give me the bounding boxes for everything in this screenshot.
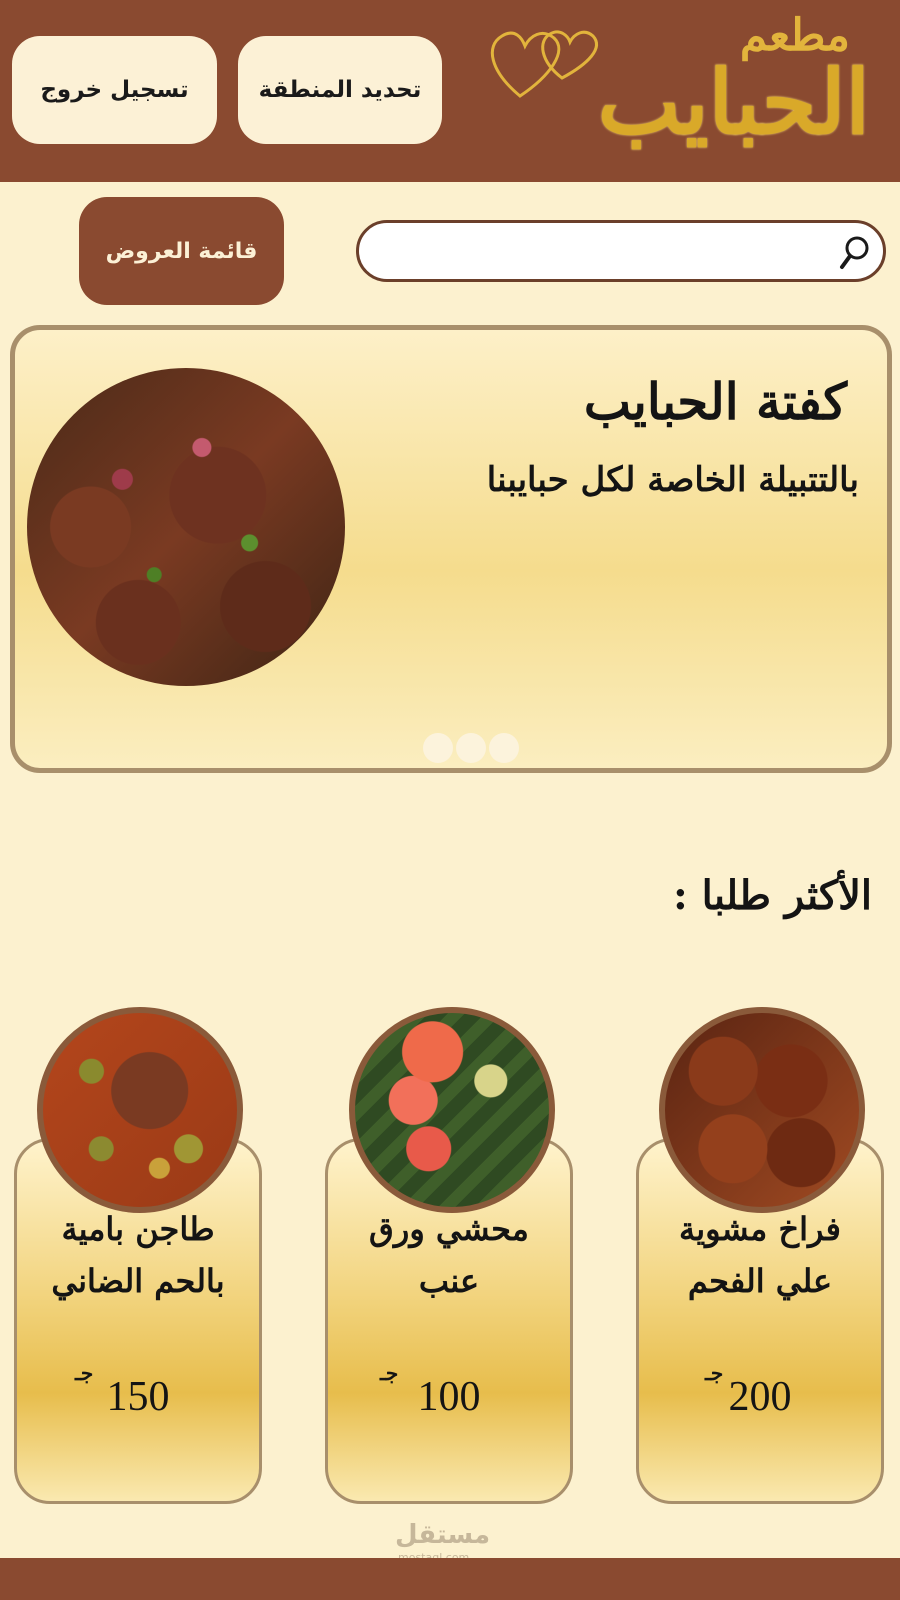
- logo-big-text: الحبايب: [597, 50, 870, 154]
- menu-item-card[interactable]: فراخ مشوية علي الفحم جـ 200: [636, 1007, 884, 1504]
- hearts-icon: [490, 30, 598, 98]
- carousel-dot[interactable]: [423, 733, 453, 763]
- carousel-dots: [423, 733, 519, 763]
- banner-title: كفتة الحبايب: [583, 372, 847, 431]
- app-footer: [0, 1558, 900, 1600]
- banner-subtitle: بالتتبيلة الخاصة لكل حبايبنا: [486, 460, 859, 500]
- menu-item-name: طاجن بامية بالحم الضاني: [51, 1210, 225, 1300]
- promo-banner[interactable]: كفتة الحبايب بالتتبيلة الخاصة لكل حبايبن…: [10, 325, 892, 773]
- carousel-dot[interactable]: [489, 733, 519, 763]
- logout-button[interactable]: تسجيل خروج: [12, 36, 217, 144]
- select-region-button[interactable]: تحديد المنطقة: [238, 36, 442, 144]
- kofta-photo: [27, 368, 345, 686]
- menu-item-name: محشي ورق عنب: [369, 1210, 529, 1300]
- search-bar[interactable]: [356, 220, 886, 282]
- most-ordered-title: الأكثر طلبا :: [672, 872, 872, 919]
- menu-item-card[interactable]: طاجن بامية بالحم الضاني جـ 150: [14, 1007, 262, 1504]
- menu-item-price: 100: [417, 1374, 481, 1420]
- restaurant-logo: مطعم الحبايب: [480, 10, 880, 175]
- menu-item-price: 200: [728, 1374, 792, 1420]
- offers-menu-button[interactable]: قائمة العروض: [79, 197, 284, 305]
- grilled-chicken-photo: [659, 1007, 865, 1213]
- stuffed-grape-leaves-photo: [349, 1007, 555, 1213]
- okra-tagine-photo: [37, 1007, 243, 1213]
- menu-item-card[interactable]: محشي ورق عنب جـ 100: [325, 1007, 573, 1504]
- menu-item-price: 150: [106, 1374, 170, 1420]
- menu-item-name: فراخ مشوية علي الفحم: [679, 1210, 841, 1300]
- carousel-dot[interactable]: [456, 733, 486, 763]
- search-icon[interactable]: [839, 235, 871, 271]
- search-input[interactable]: [379, 231, 819, 271]
- app-header: مطعم الحبايب تحديد المنطقة تسجيل خروج: [0, 0, 900, 182]
- watermark-logo: مستقل: [395, 1520, 491, 1550]
